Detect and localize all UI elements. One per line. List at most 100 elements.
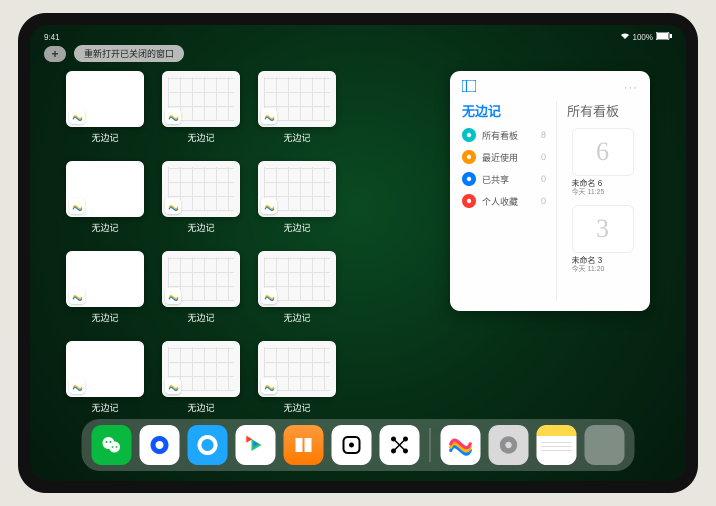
app-label: 无边记 — [187, 311, 214, 324]
category-row[interactable]: 个人收藏 0 — [462, 194, 546, 208]
app-window-card[interactable]: 无边记 — [258, 161, 336, 239]
board-thumbnail: 3 — [572, 205, 634, 253]
app-thumbnail — [66, 251, 144, 307]
category-count: 0 — [541, 196, 546, 206]
app-window-card[interactable]: 无边记 — [66, 251, 144, 329]
app-thumbnail — [162, 251, 240, 307]
freeform-app-icon — [261, 378, 277, 394]
app-window-card[interactable]: 无边记 — [66, 71, 144, 149]
dock-wechat-icon[interactable] — [92, 425, 132, 465]
app-thumbnail — [162, 161, 240, 217]
freeform-app-icon — [165, 378, 181, 394]
app-thumbnail — [258, 161, 336, 217]
dock-books-icon[interactable] — [284, 425, 324, 465]
board-card[interactable]: 6 未命名 6今天 11:25 — [572, 128, 634, 197]
freeform-app-icon — [69, 108, 85, 124]
category-row[interactable]: 最近使用 0 — [462, 150, 546, 164]
category-label: 最近使用 — [482, 151, 518, 164]
app-label: 无边记 — [283, 311, 310, 324]
dock-aiqiyi-icon[interactable] — [236, 425, 276, 465]
freeform-app-icon — [261, 288, 277, 304]
freeform-app-icon — [69, 198, 85, 214]
category-icon — [462, 194, 476, 208]
freeform-app-icon — [261, 198, 277, 214]
category-icon — [462, 128, 476, 142]
app-thumbnail — [258, 251, 336, 307]
freeform-app-icon — [69, 288, 85, 304]
freeform-app-icon — [165, 288, 181, 304]
dock-freeform-icon[interactable] — [441, 425, 481, 465]
app-label: 无边记 — [187, 131, 214, 144]
category-icon — [462, 150, 476, 164]
app-thumbnail — [66, 161, 144, 217]
reopen-closed-window-button[interactable]: 重新打开已关闭的窗口 — [74, 45, 184, 62]
freeform-app-icon — [69, 378, 85, 394]
dock-settings-icon[interactable] — [489, 425, 529, 465]
app-label: 无边记 — [187, 221, 214, 234]
status-right: 100% — [620, 32, 672, 42]
app-window-card[interactable]: 无边记 — [162, 71, 240, 149]
freeform-panel[interactable]: ··· 无边记 所有看板 8 最近使用 0 已共享 0 个人收藏 0 所有看板 6 未命名 6今… — [450, 71, 650, 311]
dock-tencent-video-icon[interactable] — [140, 425, 180, 465]
panel-title-left: 无边记 — [462, 101, 546, 120]
new-window-button[interactable]: + — [44, 46, 66, 62]
top-bar: + 重新打开已关闭的窗口 — [44, 45, 184, 62]
app-label: 无边记 — [187, 401, 214, 414]
app-window-card[interactable]: 无边记 — [258, 341, 336, 419]
app-window-card[interactable]: 无边记 — [258, 71, 336, 149]
screen: 9:41 100% + 重新打开已关闭的窗口 无边记无边记无边记无边记无边记无边… — [30, 25, 686, 481]
category-count: 0 — [541, 174, 546, 184]
app-window-card[interactable]: 无边记 — [162, 341, 240, 419]
more-icon[interactable]: ··· — [624, 82, 638, 94]
dock-separator — [430, 428, 431, 462]
category-label: 已共享 — [482, 173, 509, 186]
freeform-app-icon — [165, 108, 181, 124]
dock-qq-browser-icon[interactable] — [188, 425, 228, 465]
board-thumbnail: 6 — [572, 128, 634, 176]
dock-notes-icon[interactable] — [537, 425, 577, 465]
category-label: 个人收藏 — [482, 195, 518, 208]
status-time: 9:41 — [44, 33, 60, 42]
dock-nodes-icon[interactable] — [380, 425, 420, 465]
app-thumbnail — [66, 341, 144, 397]
app-window-card[interactable]: 无边记 — [258, 251, 336, 329]
category-label: 所有看板 — [482, 129, 518, 142]
app-label: 无边记 — [283, 401, 310, 414]
app-label: 无边记 — [283, 221, 310, 234]
app-thumbnail — [258, 341, 336, 397]
dock-dice-icon[interactable] — [332, 425, 372, 465]
category-row[interactable]: 已共享 0 — [462, 172, 546, 186]
app-window-card[interactable]: 无边记 — [66, 341, 144, 419]
category-count: 8 — [541, 130, 546, 140]
ipad-frame: 9:41 100% + 重新打开已关闭的窗口 无边记无边记无边记无边记无边记无边… — [18, 13, 698, 493]
app-thumbnail — [162, 341, 240, 397]
app-label: 无边记 — [91, 401, 118, 414]
app-label: 无边记 — [91, 131, 118, 144]
battery-icon — [656, 32, 672, 42]
app-thumbnail — [258, 71, 336, 127]
app-thumbnail — [66, 71, 144, 127]
board-card[interactable]: 3 未命名 3今天 11:20 — [572, 205, 634, 274]
dock — [82, 419, 635, 471]
battery-label: 100% — [633, 33, 653, 42]
category-count: 0 — [541, 152, 546, 162]
app-window-card[interactable]: 无边记 — [66, 161, 144, 239]
board-meta: 未命名 6今天 11:25 — [572, 179, 634, 197]
freeform-app-icon — [261, 108, 277, 124]
dock-folder-icon[interactable] — [585, 425, 625, 465]
board-meta: 未命名 3今天 11:20 — [572, 256, 634, 274]
app-window-card[interactable]: 无边记 — [162, 251, 240, 329]
app-thumbnail — [162, 71, 240, 127]
freeform-app-icon — [165, 198, 181, 214]
app-switcher-grid: 无边记无边记无边记无边记无边记无边记无边记无边记无边记无边记无边记无边记 — [66, 71, 432, 411]
category-icon — [462, 172, 476, 186]
sidebar-icon[interactable] — [462, 79, 476, 97]
status-bar: 9:41 100% — [30, 29, 686, 45]
panel-sidebar: 无边记 所有看板 8 最近使用 0 已共享 0 个人收藏 0 — [462, 101, 546, 301]
wifi-icon — [620, 32, 630, 42]
category-row[interactable]: 所有看板 8 — [462, 128, 546, 142]
app-label: 无边记 — [91, 311, 118, 324]
app-window-card[interactable]: 无边记 — [162, 161, 240, 239]
app-label: 无边记 — [283, 131, 310, 144]
workspace: 无边记无边记无边记无边记无边记无边记无边记无边记无边记无边记无边记无边记 ···… — [66, 71, 650, 411]
